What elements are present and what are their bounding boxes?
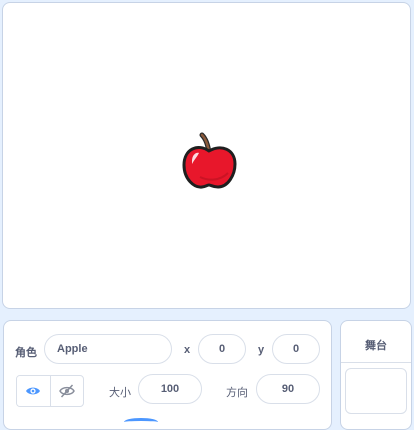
stage-title: 舞台 xyxy=(365,340,387,352)
stage-panel-divider xyxy=(341,362,411,363)
size-label: 大小 xyxy=(109,387,131,399)
direction-label: 方向 xyxy=(226,387,248,399)
y-input[interactable]: 0 xyxy=(272,334,320,364)
hide-sprite-button[interactable] xyxy=(49,376,84,406)
visibility-toggle-group xyxy=(16,375,84,407)
eye-slash-icon xyxy=(58,384,75,398)
stage-canvas[interactable] xyxy=(2,2,411,309)
y-label: y xyxy=(258,344,265,356)
x-input[interactable]: 0 xyxy=(198,334,246,364)
stage-selector-panel[interactable]: 舞台 xyxy=(340,320,412,430)
sprite-label: 角色 xyxy=(15,347,37,359)
sprite-info-panel: 角色 Apple x 0 y 0 大小 100 方向 90 xyxy=(3,320,332,430)
sprite-name-input[interactable]: Apple xyxy=(44,334,172,364)
size-input[interactable]: 100 xyxy=(138,374,202,404)
eye-icon xyxy=(26,387,41,395)
x-label: x xyxy=(184,344,191,356)
sprite-selector-hint xyxy=(124,418,158,426)
direction-input[interactable]: 90 xyxy=(256,374,320,404)
backdrop-thumbnail[interactable] xyxy=(345,368,407,414)
show-sprite-button[interactable] xyxy=(17,376,50,406)
apple-sprite[interactable] xyxy=(180,131,238,191)
